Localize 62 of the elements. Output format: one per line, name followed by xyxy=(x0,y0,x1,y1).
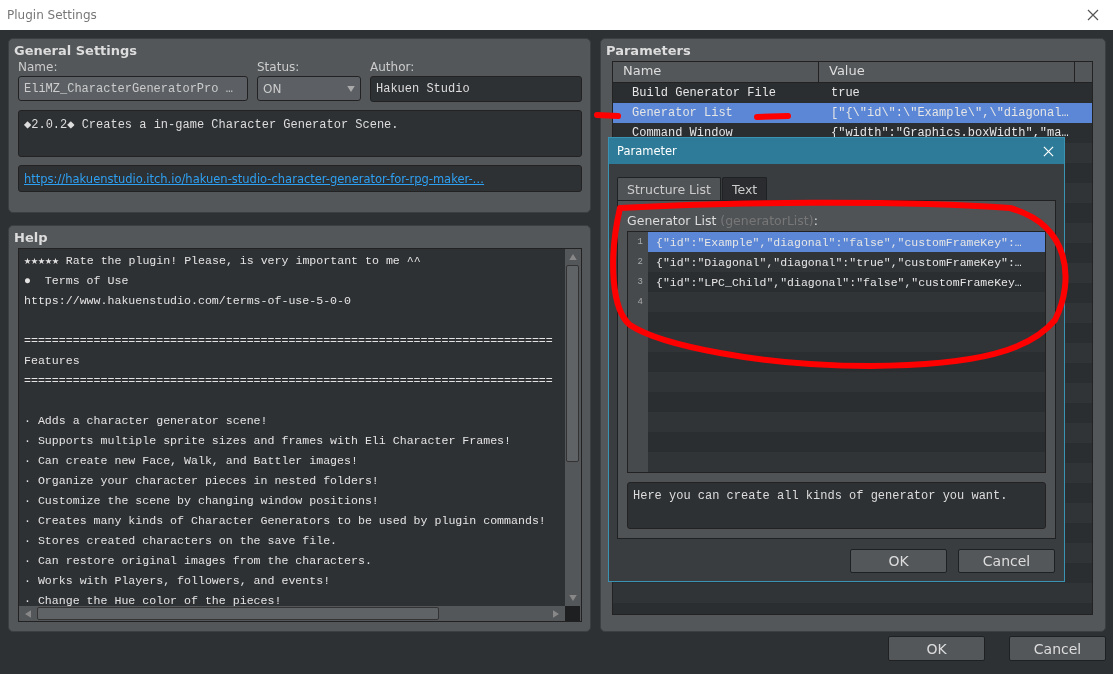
parameter-row[interactable]: Build Generator File true xyxy=(613,83,1092,103)
hand-drawn-stroke xyxy=(594,112,621,119)
list-item[interactable]: {"id":"LPC_Child","diagonal":"false","customFrameKey… xyxy=(656,275,1022,289)
dialog-button[interactable]: OK xyxy=(888,636,985,661)
name-field[interactable]: EliMZ_CharacterGeneratorPro … xyxy=(18,76,248,101)
description-field[interactable]: ◆2.0.2◆ Creates a in-game Character Generator Scene. xyxy=(18,110,582,157)
table-cell-text: {"width":"Graphics.boxWidth","ma… xyxy=(830,126,1070,140)
description-field: Here you can create all kinds of generator you want. xyxy=(627,482,1046,529)
field-label: Status: xyxy=(257,60,301,74)
help-line: · Stores created characters on the save file. xyxy=(24,533,339,549)
line-number: 2 xyxy=(636,256,644,269)
table-cell-text: ["{\"id\":\"Example\",\"diagonal… xyxy=(830,106,1070,120)
column-header[interactable]: Name xyxy=(613,62,819,82)
help-line: · Can create new Face, Walk, and Battler images! xyxy=(24,453,359,469)
help-line: · Can restore original images from the characters. xyxy=(24,553,373,569)
tab[interactable]: Text xyxy=(722,177,768,200)
help-line: ============================================================================ xyxy=(24,373,554,389)
line-number: 1 xyxy=(636,236,644,249)
panel-title: Parameters xyxy=(605,42,692,60)
column-header[interactable]: Value xyxy=(819,62,1075,82)
help-line: ============================================================================ xyxy=(24,333,554,349)
field-label: Author: xyxy=(370,60,416,74)
scrollbar-thumb[interactable] xyxy=(566,265,579,462)
scroll-left-icon[interactable] xyxy=(25,609,31,618)
scrollbar-thumb[interactable] xyxy=(37,607,439,620)
close-icon[interactable] xyxy=(1087,9,1099,21)
parameter-row[interactable]: Generator List ["{\"id\":\"Example\",\"diagonal… xyxy=(613,103,1092,123)
help-line: · Supports multiple sprite sizes and frames with Eli Character Frames! xyxy=(24,433,513,449)
help-line: https://www.hakuenstudio.com/terms-of-use-5-0-0 xyxy=(24,293,352,309)
help-line: · Change the Hue color of the pieces! xyxy=(24,593,283,606)
table-cell: Command Window xyxy=(632,126,733,140)
help-line: · Adds a character generator scene! xyxy=(24,413,269,429)
table-cell-text: true xyxy=(830,86,861,100)
status-dropdown[interactable]: ON xyxy=(257,76,361,101)
tab[interactable]: Structure List xyxy=(617,177,721,200)
scroll-up-icon[interactable] xyxy=(568,254,577,260)
help-line: · Customize the scene by changing window positions! xyxy=(24,493,380,509)
list-item[interactable]: {"id":"Diagonal","diagonal":"true","customFrameKey":… xyxy=(656,255,1022,269)
help-line: ★★★★★ Rate the plugin! Please, is very important to me ^^ xyxy=(24,253,422,269)
help-line: · Organize your character pieces in nested folders! xyxy=(24,473,380,489)
help-line: · Works with Players, followers, and events! xyxy=(24,573,332,589)
help-line: Features xyxy=(24,353,81,369)
help-line: ● Terms of Use xyxy=(24,273,130,289)
caret-icon xyxy=(347,85,355,92)
field-label: Name: xyxy=(18,60,59,74)
dialog-title: Parameter xyxy=(617,144,677,158)
dialog-button[interactable]: Cancel xyxy=(958,549,1055,573)
hand-drawn-stroke xyxy=(754,113,791,120)
line-number: 3 xyxy=(636,276,644,289)
scroll-right-icon[interactable] xyxy=(553,609,559,618)
line-number: 4 xyxy=(636,296,644,309)
dialog-button[interactable]: Cancel xyxy=(1009,636,1106,661)
table-cell: Generator List xyxy=(632,106,733,120)
dialog-button[interactable]: OK xyxy=(850,549,947,573)
author-field[interactable]: Hakuen Studio xyxy=(370,76,582,102)
panel-title: General Settings xyxy=(13,42,139,60)
panel-title: Help xyxy=(13,229,49,247)
scroll-down-icon[interactable] xyxy=(568,595,577,601)
help-line: · Creates many kinds of Character Generators to be used by plugin commands! xyxy=(24,513,547,529)
table-cell: Build Generator File xyxy=(632,86,777,100)
url-link[interactable]: https://hakuenstudio.itch.io/hakuen-studio-character-generator-for-rpg-maker-… xyxy=(24,171,485,186)
window-title: Plugin Settings xyxy=(7,8,97,22)
